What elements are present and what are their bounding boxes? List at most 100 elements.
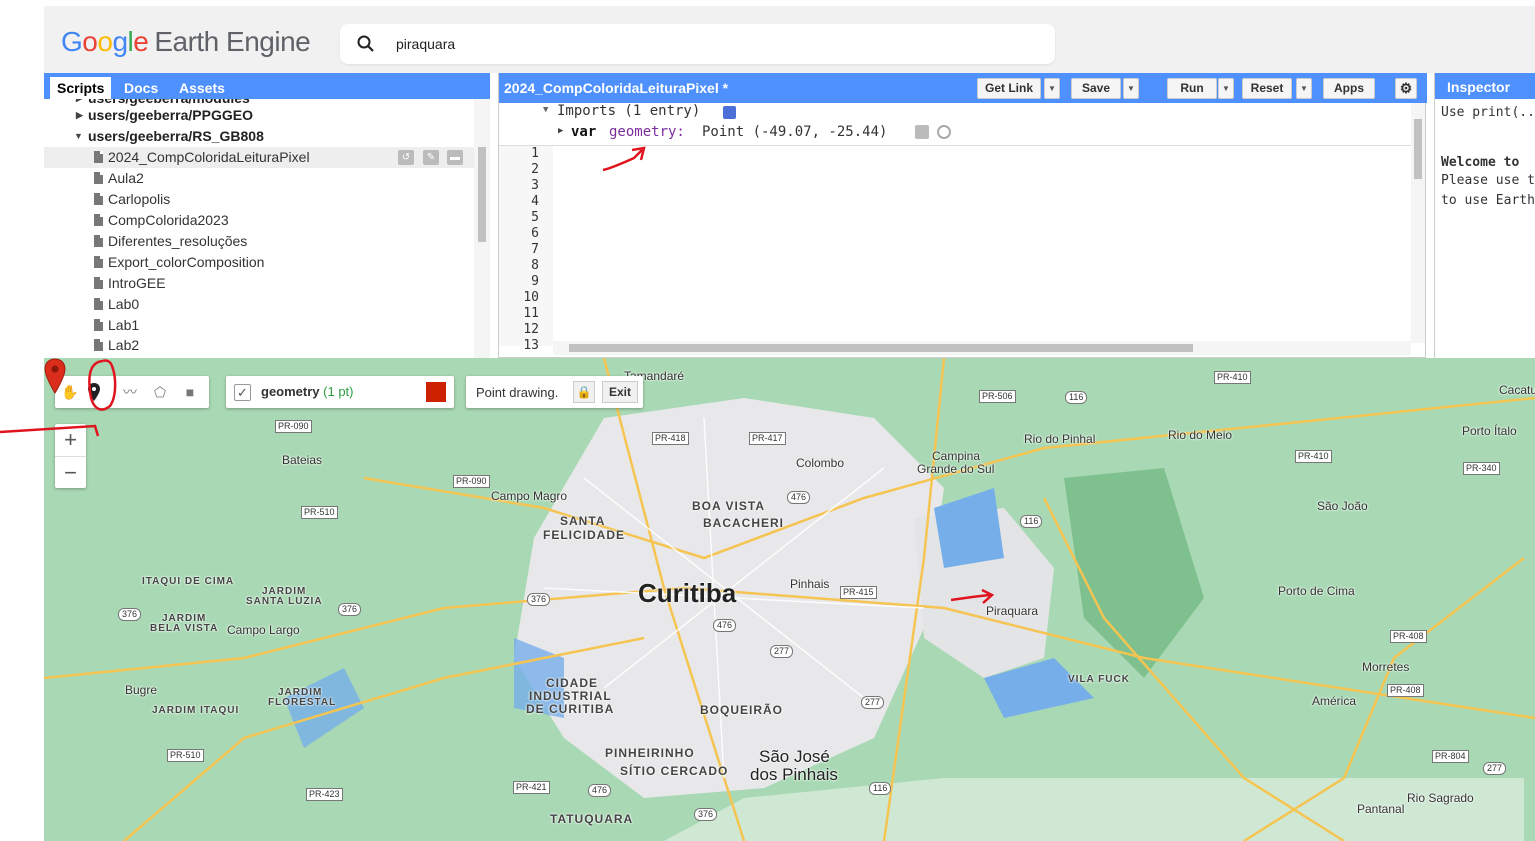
tab-docs[interactable]: Docs xyxy=(117,77,165,99)
road-shield: PR-506 xyxy=(979,390,1016,403)
road-shield: PR-417 xyxy=(749,432,786,445)
road-shield: PR-090 xyxy=(453,475,490,488)
tree-file[interactable]: Export_colorComposition xyxy=(44,252,474,273)
scrollbar-thumb[interactable] xyxy=(569,344,1193,352)
line-icon[interactable]: 〰 xyxy=(117,380,143,404)
file-icon xyxy=(94,214,103,226)
var-value: Point (-49.07, -25.44) xyxy=(702,124,888,140)
get-link-button[interactable]: Get Link xyxy=(977,78,1041,99)
file-icon xyxy=(94,151,103,163)
road-shield: 116 xyxy=(869,782,892,795)
tree-folder[interactable]: ▶ users/geeberra/PPGGEO xyxy=(44,105,474,126)
tab-assets[interactable]: Assets xyxy=(172,77,232,99)
code-tabbar: 2024_CompColoridaLeituraPixel * Get Link… xyxy=(499,73,1427,103)
save-button[interactable]: Save xyxy=(1071,78,1121,99)
map-marker-icon[interactable] xyxy=(44,358,66,394)
road-shield: 376 xyxy=(118,608,142,621)
tree-file[interactable]: IntroGEE xyxy=(44,273,474,294)
rectangle-icon[interactable]: ■ xyxy=(177,380,203,404)
scrollbar-thumb[interactable] xyxy=(478,147,486,242)
imports-label[interactable]: Imports (1 entry) xyxy=(557,103,700,119)
zoom-control: + − xyxy=(55,424,86,488)
scripts-panel: Scripts Docs Assets ▶users/geeberra/modu… xyxy=(44,73,490,358)
target-icon[interactable] xyxy=(937,125,951,139)
road-shield: PR-510 xyxy=(301,506,338,519)
road-shield: PR-090 xyxy=(275,420,312,433)
inspector-hint: Use print(... xyxy=(1441,105,1535,120)
layer-color-swatch[interactable] xyxy=(426,382,446,402)
scrollbar-thumb[interactable] xyxy=(1414,119,1422,179)
file-icon xyxy=(94,235,103,247)
earth-engine-logo[interactable]: Google Earth Engine xyxy=(61,26,311,58)
road-shield: PR-418 xyxy=(652,432,689,445)
drawing-mode-label: Point drawing. xyxy=(476,385,559,400)
tree-file-selected[interactable]: 2024_CompColoridaLeituraPixel ↺ ✎ ▬ xyxy=(44,147,474,168)
file-icon xyxy=(94,193,103,205)
caret-right-icon[interactable]: ▶ xyxy=(558,126,563,136)
lock-icon[interactable]: 🔒 xyxy=(573,381,595,403)
tree-folder[interactable]: ▼ users/geeberra/RS_GB808 xyxy=(44,126,474,147)
tree-file[interactable]: Carlopolis xyxy=(44,189,474,210)
imports-section: ▼ Imports (1 entry) ▶ var geometry: Poin… xyxy=(499,103,1411,146)
road-shield: 116 xyxy=(1065,391,1088,404)
map-canvas[interactable]: Tamandaré Bateias Colombo Campina Grande… xyxy=(44,358,1535,841)
road-shield: PR-408 xyxy=(1390,630,1427,643)
tree-file[interactable]: Lab0 xyxy=(44,294,474,315)
tree-file[interactable]: CompColorida2023 xyxy=(44,210,474,231)
file-icon xyxy=(94,298,103,310)
road-shield: 476 xyxy=(787,491,811,504)
search-box[interactable] xyxy=(340,24,1055,64)
code-vertical-scrollbar[interactable] xyxy=(1411,103,1425,343)
apps-button[interactable]: Apps xyxy=(1323,78,1375,99)
point-marker-icon[interactable] xyxy=(87,380,113,404)
earth-engine-app: GoogleEarth Engine Scripts Docs Assets ▶… xyxy=(0,0,1535,841)
run-dropdown-icon[interactable]: ▼ xyxy=(1218,78,1234,99)
code-editor-panel: 2024_CompColoridaLeituraPixel * Get Link… xyxy=(498,73,1427,358)
var-name[interactable]: geometry: xyxy=(609,124,685,140)
tree-file[interactable]: Lab1 xyxy=(44,315,474,336)
gear-icon[interactable]: ⚙ xyxy=(1395,78,1417,99)
inspector-tabbar: Inspector xyxy=(1435,73,1535,99)
save-dropdown-icon[interactable]: ▼ xyxy=(1123,78,1139,99)
map-label-curitiba: Curitiba xyxy=(638,578,737,608)
tree-scrollbar[interactable] xyxy=(474,99,490,358)
script-title[interactable]: 2024_CompColoridaLeituraPixel * xyxy=(504,80,728,96)
tree-file[interactable]: Aula2 xyxy=(44,168,474,189)
welcome-line: to use Earth xyxy=(1441,193,1535,208)
file-icon xyxy=(94,319,103,331)
road-shield: 376 xyxy=(694,808,718,821)
search-input[interactable] xyxy=(396,24,996,64)
tab-scripts[interactable]: Scripts xyxy=(50,77,112,99)
reset-dropdown-icon[interactable]: ▼ xyxy=(1296,78,1312,99)
settings-icon[interactable] xyxy=(915,125,929,139)
road-shield: PR-415 xyxy=(840,586,877,599)
delete-icon[interactable]: ▬ xyxy=(447,150,463,165)
drawing-toolbar: ✋ 〰 ⬠ ■ xyxy=(55,376,209,408)
zoom-in-button[interactable]: + xyxy=(55,424,86,456)
get-link-dropdown-icon[interactable]: ▼ xyxy=(1044,78,1060,99)
drawing-status: Point drawing. 🔒 Exit xyxy=(466,376,643,408)
tab-inspector[interactable]: Inspector xyxy=(1447,79,1510,95)
zoom-out-button[interactable]: − xyxy=(55,456,86,488)
code-horizontal-scrollbar[interactable] xyxy=(553,341,1411,355)
rename-icon[interactable]: ✎ xyxy=(423,150,439,165)
caret-right-icon: ▶ xyxy=(76,110,83,120)
history-icon[interactable]: ↺ xyxy=(398,150,414,165)
imports-doc-icon[interactable] xyxy=(723,106,736,119)
map-label-piraquara: Piraquara xyxy=(986,604,1039,618)
reset-button[interactable]: Reset xyxy=(1242,78,1292,99)
caret-down-icon[interactable]: ▼ xyxy=(543,105,548,115)
road-shield: PR-804 xyxy=(1432,750,1469,763)
layer-name[interactable]: geometry (1 pt) xyxy=(261,384,354,399)
welcome-line: Welcome to xyxy=(1441,155,1520,170)
run-button[interactable]: Run xyxy=(1167,78,1217,99)
road-shield: 376 xyxy=(527,593,551,606)
road-shield: 277 xyxy=(861,696,885,709)
layer-visibility-checkbox[interactable]: ✓ xyxy=(234,384,251,401)
tree-file[interactable]: Lab2 xyxy=(44,335,474,356)
polygon-icon[interactable]: ⬠ xyxy=(147,380,173,404)
road-shield: PR-423 xyxy=(306,788,343,801)
tree-file[interactable]: Diferentes_resoluções xyxy=(44,231,474,252)
exit-button[interactable]: Exit xyxy=(602,381,638,403)
left-margin xyxy=(0,0,44,841)
